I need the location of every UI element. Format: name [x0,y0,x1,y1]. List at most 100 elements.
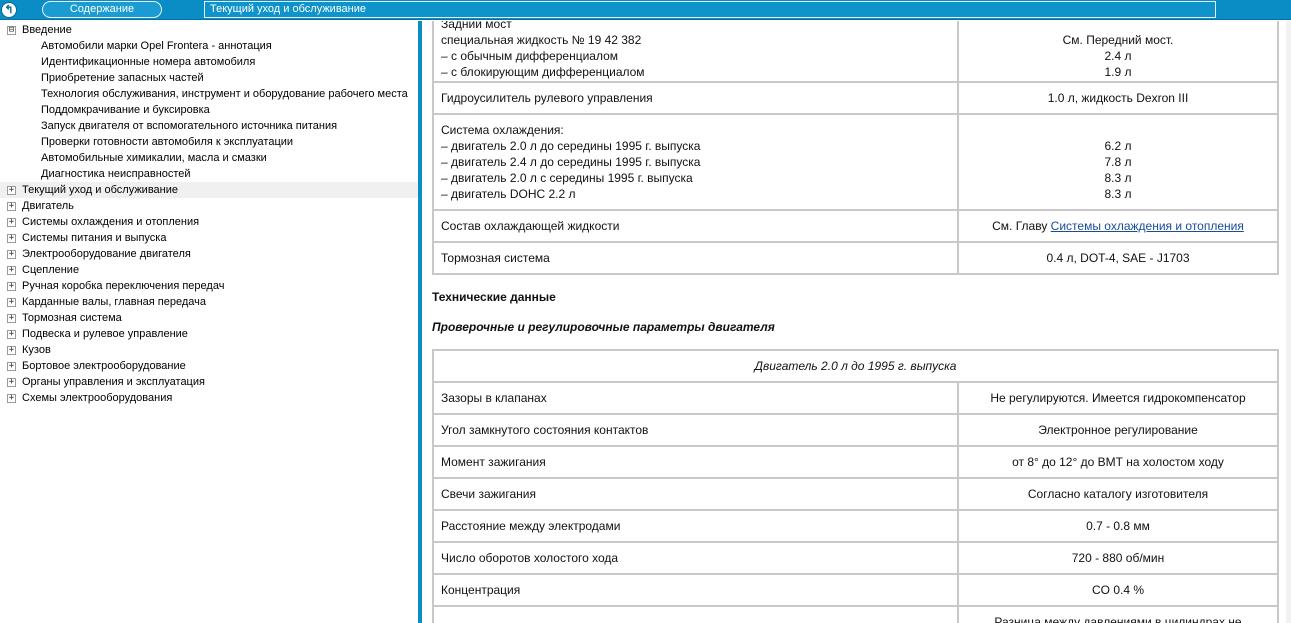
sidebar-item-label: Технология обслуживания, инструмент и об… [41,88,408,100]
sidebar-item-label: Системы охлаждения и отопления [22,216,200,228]
sidebar-item[interactable]: Проверки готовности автомобиля к эксплуа… [0,134,418,150]
sidebar-item[interactable]: Автомобильные химикалии, масла и смазки [0,150,418,166]
sidebar-item[interactable]: Идентификационные номера автомобиля [0,54,418,70]
sidebar-item[interactable]: + Схемы электрооборудования [0,390,418,406]
table-cell-label: Задний мост специальная жидкость № 19 42… [432,21,959,83]
sidebar-item[interactable]: Диагностика неисправностей [0,166,418,182]
sidebar-item[interactable]: + Системы питания и выпуска [0,230,418,246]
expand-icon[interactable]: + [7,394,16,403]
table-cell-value: 0.4 л, DOT-4, SAE - J1703 [957,241,1279,275]
cell-text: – с блокирующим дифференциалом [441,65,645,79]
cell-text: CO 0.4 % [1091,583,1145,597]
page-title: Текущий уход и обслуживание [204,1,1216,18]
expand-icon[interactable]: + [7,250,16,259]
cell-text: Расстояние между электродами [441,519,621,533]
cell-text: См. Передний мост. [1062,33,1174,47]
cell-text: Состав охлаждающей жидкости [441,219,620,233]
sidebar-item[interactable]: + Системы охлаждения и отопления [0,214,418,230]
cell-text: 7.8 л [1104,155,1132,169]
cell-text: 6.2 л [1104,139,1132,153]
sidebar-item-label: Тормозная система [22,312,122,324]
sidebar-item[interactable]: + Карданные валы, главная передача [0,294,418,310]
table-cell-label: Число оборотов холостого хода [432,541,959,575]
table-cell-label: Угол замкнутого состояния контактов [432,413,959,447]
sidebar-item-label: Схемы электрооборудования [22,392,173,404]
sidebar-item-label: Кузов [22,344,51,356]
sidebar-item[interactable]: Поддомкрачивание и буксировка [0,102,418,118]
sidebar-item[interactable]: + Электрооборудование двигателя [0,246,418,262]
sidebar-item-label: Бортовое электрооборудование [22,360,186,372]
cell-text: Момент зажигания [441,455,546,469]
vertical-scrollbar[interactable] [1286,21,1291,623]
sidebar-item-label: Ручная коробка переключения передач [22,280,225,292]
table-row: Концентрация CO 0.4 % [432,573,1279,607]
back-icon[interactable]: ↰ [1,2,17,18]
sidebar-item-label: Сцепление [22,264,80,276]
sidebar-item-label: Автомобили марки Opel Frontera - аннотац… [41,40,272,52]
sidebar-item[interactable]: + Подвеска и рулевое управление [0,326,418,342]
table-cell-value: См. Передний мост. 2.4 л 1.9 л [957,21,1279,83]
cell-text: – двигатель DOHC 2.2 л [441,187,576,201]
table-cell-value: от 8° до 12° до ВМТ на холостом ходу [957,445,1279,479]
cooling-system-link[interactable]: Системы охлаждения и отопления [1051,219,1244,233]
sidebar-item[interactable]: + Ручная коробка переключения передач [0,278,418,294]
table-row: Момент зажигания от 8° до 12° до ВМТ на х… [432,445,1279,479]
cell-text: 0.4 л, DOT-4, SAE - J1703 [1046,251,1190,265]
sidebar-item[interactable]: Технология обслуживания, инструмент и об… [0,86,418,102]
table-cell-label: Гидроусилитель рулевого управления [432,81,959,115]
expand-icon[interactable]: + [7,346,16,355]
table-row: Разница между давлениями в цилиндрах не [432,605,1279,623]
expand-icon[interactable]: + [7,266,16,275]
cell-text-prefix: См. Главу [992,219,1051,233]
sidebar-item-label: Органы управления и эксплуатация [22,376,205,388]
engine-params-table: Двигатель 2.0 л до 1995 г. выпуска Зазор… [432,349,1279,623]
sidebar-item[interactable]: Запуск двигателя от вспомогательного ист… [0,118,418,134]
table-row: Свечи зажигания Согласно каталогу изготов… [432,477,1279,511]
sidebar-item[interactable]: + Двигатель [0,198,418,214]
sidebar-item[interactable]: + Сцепление [0,262,418,278]
table-row: Задний мост специальная жидкость № 19 42… [432,21,1279,83]
table-cell-label: Момент зажигания [432,445,959,479]
sidebar-item-label: Карданные валы, главная передача [22,296,206,308]
cell-text: 2.4 л [1104,49,1132,63]
cell-text: Разница между давлениями в цилиндрах не [994,615,1242,623]
sidebar-item[interactable]: + Кузов [0,342,418,358]
sidebar-item[interactable]: Приобретение запасных частей [0,70,418,86]
cell-text: Свечи зажигания [441,487,536,501]
sidebar-item[interactable]: + Тормозная система [0,310,418,326]
sidebar-item[interactable]: ⊟ Введение [0,22,418,38]
expand-icon[interactable]: + [7,234,16,243]
expand-icon[interactable]: + [7,330,16,339]
sidebar-item[interactable]: Автомобили марки Opel Frontera - аннотац… [0,38,418,54]
cell-text: 1.0 л, жидкость Dexron III [1047,91,1189,105]
cell-text [966,122,1270,138]
section-title: Технические данные [432,290,556,304]
expand-icon[interactable]: + [7,282,16,291]
expand-icon[interactable]: + [7,314,16,323]
expand-icon[interactable]: + [7,186,16,195]
cell-text: Число оборотов холостого хода [441,551,619,565]
cell-text: Задний мост [441,21,512,31]
cell-text: Гидроусилитель рулевого управления [441,91,653,105]
sidebar-item[interactable]: + Органы управления и эксплуатация [0,374,418,390]
expand-icon[interactable]: + [7,202,16,211]
cell-text: 8.3 л [1104,187,1132,201]
table-row: Тормозная система 0.4 л, DOT-4, SAE - J1… [432,241,1279,275]
table-cell-label: Расстояние между электродами [432,509,959,543]
expand-icon[interactable]: + [7,298,16,307]
cell-text: 0.7 - 0.8 мм [1086,519,1150,533]
contents-button[interactable]: Содержание [42,1,162,18]
sidebar-item[interactable]: + Текущий уход и обслуживание [0,182,418,198]
top-toolbar: ↰ Содержание Текущий уход и обслуживание [0,0,1291,20]
collapse-icon[interactable]: ⊟ [7,26,16,35]
sidebar-item[interactable]: + Бортовое электрооборудование [0,358,418,374]
expand-icon[interactable]: + [7,378,16,387]
sidebar-item-label: Идентификационные номера автомобиля [41,56,256,68]
table-cell-value: 6.2 л 7.8 л 8.3 л 8.3 л [957,113,1279,211]
expand-icon[interactable]: + [7,362,16,371]
sidebar-item-label: Текущий уход и обслуживание [22,184,178,196]
table-cell-value: См. Главу Системы охлаждения и отопления [957,209,1279,243]
expand-icon[interactable]: + [7,218,16,227]
table-cell-value: Разница между давлениями в цилиндрах не [957,605,1279,623]
table-row: Число оборотов холостого хода 720 - 880 о… [432,541,1279,575]
